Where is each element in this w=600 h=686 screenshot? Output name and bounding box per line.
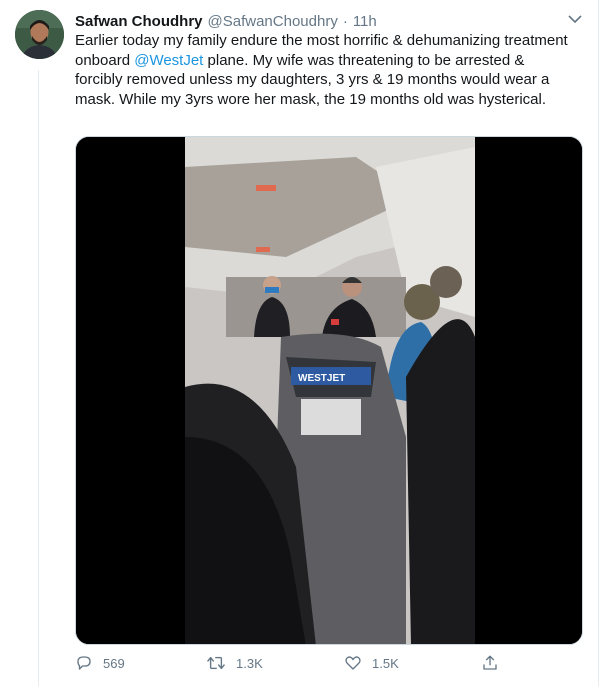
tweet-text: Earlier today my family endure the most … <box>75 31 575 109</box>
like-count: 1.5K <box>372 655 399 671</box>
retweet-button[interactable]: 1.3K <box>206 654 263 672</box>
thread-line <box>38 70 39 686</box>
share-icon <box>481 654 499 672</box>
like-button[interactable]: 1.5K <box>344 654 399 672</box>
mention-link[interactable]: @WestJet <box>134 52 203 69</box>
tweet-time[interactable]: 11h <box>353 13 377 30</box>
avatar[interactable] <box>15 10 64 59</box>
chevron-down-icon[interactable] <box>566 10 584 28</box>
separator-dot: · <box>342 12 348 30</box>
author-name[interactable]: Safwan Choudhry <box>75 13 203 30</box>
tweet-video[interactable]: WESTJET <box>75 136 583 645</box>
tweet-header: Safwan Choudhry @SafwanChoudhry · 11h <box>75 11 580 31</box>
seatback-logo: WESTJET <box>298 373 345 384</box>
column-border <box>598 0 599 686</box>
reply-count: 569 <box>103 655 125 671</box>
share-button[interactable] <box>481 654 499 672</box>
retweet-count: 1.3K <box>236 655 263 671</box>
tweet-actions: 569 1.3K 1.5K <box>75 650 515 676</box>
reply-button[interactable]: 569 <box>75 654 125 672</box>
heart-icon <box>344 654 362 672</box>
retweet-icon <box>206 654 226 672</box>
reply-icon <box>75 654 93 672</box>
author-handle[interactable]: @SafwanChoudhry <box>208 13 338 30</box>
